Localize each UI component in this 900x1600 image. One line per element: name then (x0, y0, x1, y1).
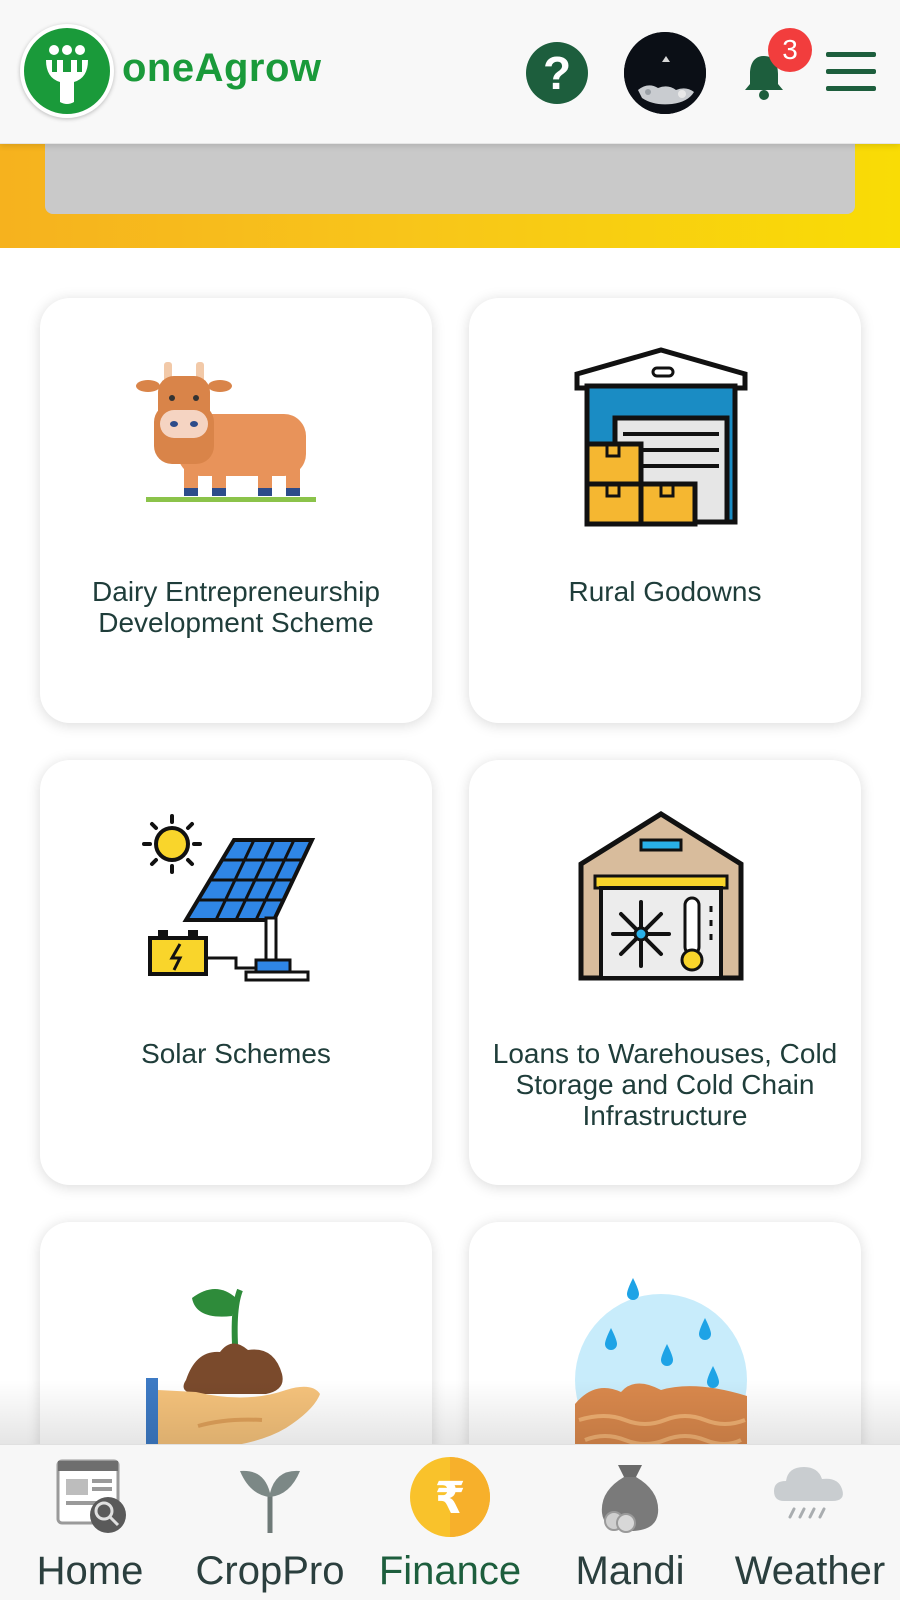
bottom-navigation: Home CropPro ₹ Finance Mandi Weather (0, 1444, 900, 1600)
nav-item-mandi[interactable]: Mandi (540, 1445, 720, 1600)
nav-item-home[interactable]: Home (0, 1445, 180, 1600)
help-button[interactable]: ? (526, 42, 588, 104)
nav-label-mandi: Mandi (575, 1549, 685, 1593)
app-header: oneAgrow ? 3 (0, 0, 900, 144)
scheme-card-label: Dairy Entrepreneurship Development Schem… (92, 576, 380, 638)
bottom-nav-shadow (0, 1380, 900, 1444)
banner-card[interactable] (45, 144, 855, 214)
scheme-card-label: Rural Godowns (568, 576, 762, 607)
solar-panel-icon (136, 808, 336, 998)
nav-item-weather[interactable]: Weather (720, 1445, 900, 1600)
cold-storage-icon (565, 808, 765, 998)
nav-label-weather: Weather (734, 1549, 886, 1593)
scheme-card-solar[interactable]: Solar Schemes (40, 760, 432, 1185)
scheme-card-cold-storage[interactable]: Loans to Warehouses, Cold Storage and Co… (469, 760, 861, 1185)
finance-schemes-screen: oneAgrow ? 3 Dairy Entrepreneurship Deve… (0, 0, 900, 1600)
nav-label-croppro: CropPro (195, 1549, 345, 1593)
rupee-icon: ₹ (408, 1455, 492, 1539)
nav-label-finance: Finance (378, 1549, 522, 1593)
cow-icon (136, 346, 336, 536)
scheme-card-label: Loans to Warehouses, Cold Storage and Co… (492, 1038, 838, 1131)
nav-label-home: Home (36, 1549, 144, 1593)
notification-count-badge: 3 (768, 28, 812, 72)
question-mark-icon: ? (542, 47, 572, 99)
hamburger-menu-icon[interactable] (826, 52, 876, 92)
money-bag-icon (588, 1455, 672, 1539)
sprout-icon (228, 1455, 312, 1539)
profile-avatar[interactable] (624, 32, 706, 114)
scheme-card-rural-godowns[interactable]: Rural Godowns (469, 298, 861, 723)
rain-cloud-icon (768, 1455, 852, 1539)
warehouse-icon (565, 346, 765, 536)
scheme-card-label: Solar Schemes (141, 1038, 331, 1069)
nav-item-finance[interactable]: ₹ Finance (360, 1445, 540, 1600)
nav-item-croppro[interactable]: CropPro (180, 1445, 360, 1600)
promo-banner (0, 144, 900, 248)
brand-name: oneAgrow (122, 46, 322, 90)
app-logo-icon[interactable] (20, 24, 114, 118)
scheme-card-dairy[interactable]: Dairy Entrepreneurship Development Schem… (40, 298, 432, 723)
newspaper-icon (48, 1455, 132, 1539)
svg-text:₹: ₹ (435, 1473, 466, 1524)
